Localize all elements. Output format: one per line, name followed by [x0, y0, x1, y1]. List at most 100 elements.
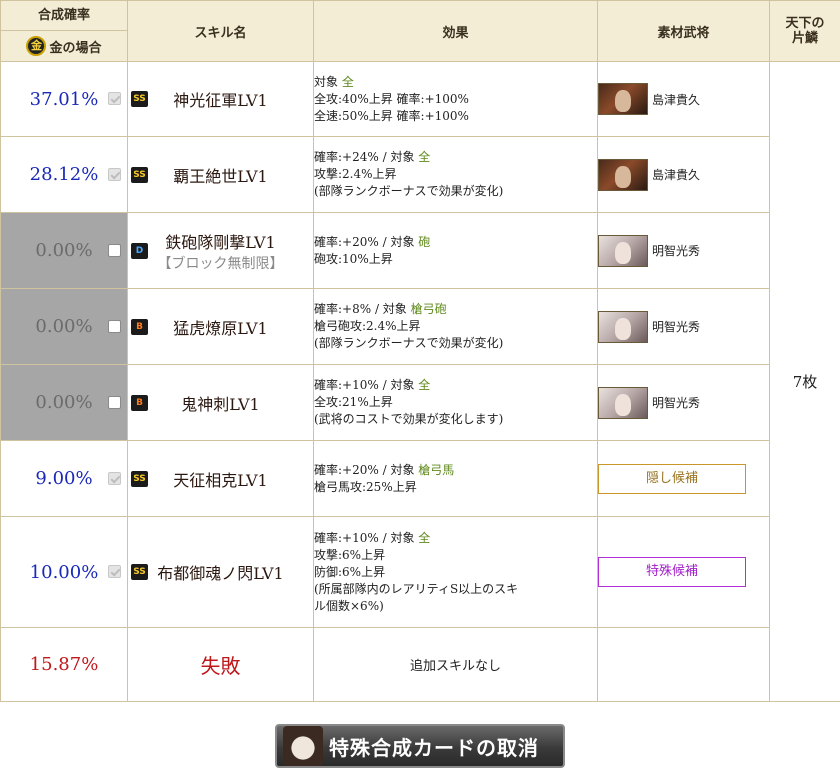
rarity-badge-icon: SS	[131, 91, 148, 107]
skill-name: 覇王絶世LV1	[173, 166, 268, 186]
hidden-candidate-button[interactable]: 隠し候補	[598, 463, 746, 494]
effect-prefix: 確率:+20% / 対象	[314, 462, 415, 477]
material-name: 島津貴久	[652, 92, 701, 107]
rate-cell: 37.01%	[0, 61, 128, 137]
rate-cell: 0.00%	[0, 364, 128, 441]
skill-checkbox[interactable]	[108, 243, 121, 257]
material-cell: 隠し候補	[597, 440, 770, 517]
effect-line: 攻撃:2.4%上昇	[314, 167, 397, 181]
skill-cell: B 鬼神刺LV1	[127, 364, 314, 441]
effect-line: (所属部隊内のレアリティS以上のスキ	[314, 581, 519, 596]
rate-value: 0.00%	[35, 392, 93, 413]
skill-name: 猛虎燎原LV1	[173, 318, 268, 338]
rarity-badge-icon: D	[131, 242, 148, 259]
fail-label: 失敗	[127, 627, 314, 702]
effect-line: 攻撃:6%上昇	[314, 547, 386, 562]
skill-checkbox[interactable]	[108, 167, 121, 181]
rarity-badge-icon: B	[131, 318, 148, 335]
effect-line: (武将のコストで効果が変化します)	[314, 412, 504, 426]
cancel-button-label: 特殊合成カードの取消	[329, 735, 539, 760]
skill-cell: SS 天征相克LV1	[127, 440, 314, 517]
rate-value: 0.00%	[35, 240, 93, 261]
rate-cell: 28.12%	[0, 136, 128, 213]
material-cell: 明智光秀	[597, 288, 770, 365]
general-portrait	[598, 310, 648, 343]
effect-prefix: 対象	[314, 74, 339, 89]
material-name: 明智光秀	[652, 244, 701, 258]
effect-line: 確率:+20% / 対象 槍弓馬	[314, 462, 597, 479]
material-cell: 島津貴久	[597, 61, 770, 137]
header-tenka-line2: 片鱗	[791, 31, 818, 46]
effect-line: 確率:+24% / 対象 全	[314, 149, 597, 166]
skill-row: 0.00% B 猛虎燎原LV1 確率:+8% / 対象 槍弓砲 槍弓砲攻:2.4%上昇 (…	[0, 288, 840, 365]
header-tenka-line1: 天下の	[785, 16, 825, 31]
general-portrait	[598, 234, 648, 267]
fail-effect: 追加スキルなし	[313, 627, 598, 702]
material-name: 島津貴久	[652, 168, 701, 182]
effect-line: ル個数×6%)	[314, 598, 384, 613]
header-tenka: 天下の 片鱗	[769, 0, 840, 62]
material-cell: 明智光秀	[597, 364, 770, 441]
synthesis-table: 合成確率 金 金の場合 スキル名 効果 素材武将 天下の 片鱗 37.01% SS…	[0, 0, 840, 702]
skill-cell: SS 覇王絶世LV1	[127, 136, 314, 213]
skill-checkbox[interactable]	[108, 395, 121, 409]
effect-line: 確率:+10% / 対象 全	[314, 377, 597, 394]
material-general[interactable]: 島津貴久	[598, 83, 769, 115]
effect-line: 砲攻:10%上昇	[314, 251, 393, 266]
skill-name: 神光征軍LV1	[173, 91, 268, 110]
rate-cell: 10.00%	[0, 516, 128, 628]
effect-target: 全	[418, 150, 431, 164]
fail-rate-cell: 15.87%	[0, 627, 128, 702]
rate-value: 28.12%	[29, 164, 99, 185]
skill-cell: D 鉄砲隊剛撃LV1 【ブロック無制限】	[127, 212, 314, 289]
skill-checkbox[interactable]	[108, 565, 121, 578]
effect-target: 槍弓砲	[410, 302, 447, 316]
fail-row: 15.87% 失敗 追加スキルなし	[0, 627, 840, 702]
effect-target: 全	[418, 530, 431, 545]
skill-cell: SS 布都御魂ノ閃LV1	[127, 516, 314, 628]
material-cell: 島津貴久	[597, 136, 770, 213]
header-effect: 効果	[313, 0, 598, 62]
skill-row: 0.00% D 鉄砲隊剛撃LV1 【ブロック無制限】 確率:+20% / 対象 砲砲攻:…	[0, 212, 840, 289]
effect-target: 全	[418, 378, 431, 392]
rate-cell: 9.00%	[0, 440, 128, 517]
cancel-special-synthesis-button[interactable]: 特殊合成カードの取消	[275, 724, 565, 768]
material-name: 明智光秀	[652, 320, 701, 334]
effect-line: 確率:+8% / 対象 槍弓砲	[314, 301, 597, 318]
header-material: 素材武将	[597, 0, 770, 62]
effect-cell: 対象 全全攻:40%上昇 確率:+100% 全速:50%上昇 確率:+100%	[313, 61, 598, 137]
skill-row: 0.00% B 鬼神刺LV1 確率:+10% / 対象 全全攻:21%上昇 (武将のコス…	[0, 364, 840, 441]
skill-row: 9.00% SS 天征相克LV1 確率:+20% / 対象 槍弓馬 槍弓馬攻:25%上昇…	[0, 440, 840, 517]
material-general[interactable]: 明智光秀	[598, 386, 769, 419]
skill-checkbox[interactable]	[108, 471, 121, 485]
skill-checkbox[interactable]	[108, 319, 121, 333]
rate-cell: 0.00%	[0, 288, 128, 365]
fail-material-cell	[597, 627, 770, 702]
general-portrait	[598, 83, 648, 115]
effect-cell: 確率:+8% / 対象 槍弓砲 槍弓砲攻:2.4%上昇 (部隊ランクボーナスで効果が…	[313, 288, 598, 365]
header-gold-case: 金 金の場合	[1, 31, 127, 61]
header-rate: 合成確率 金 金の場合	[0, 0, 128, 62]
effect-prefix: 確率:+8% / 対象	[314, 302, 407, 316]
skill-row: 28.12% SS 覇王絶世LV1 確率:+24% / 対象 全攻撃:2.4%上昇 (部…	[0, 136, 840, 213]
material-general[interactable]: 明智光秀	[598, 234, 769, 267]
skill-checkbox[interactable]	[108, 92, 121, 105]
effect-line: 確率:+20% / 対象 砲	[314, 234, 597, 251]
material-name: 明智光秀	[652, 396, 701, 410]
effect-target: 全	[341, 74, 354, 89]
skill-name: 布都御魂ノ閃LV1	[157, 564, 284, 583]
gold-case-label: 金の場合	[49, 40, 102, 56]
material-general[interactable]: 島津貴久	[598, 158, 769, 191]
effect-cell: 確率:+10% / 対象 全攻撃:6%上昇 防御:6%上昇 (所属部隊内のレアリティ…	[313, 516, 598, 628]
rate-cell: 0.00%	[0, 212, 128, 289]
fail-rate: 15.87%	[29, 654, 99, 675]
effect-cell: 確率:+10% / 対象 全全攻:21%上昇 (武将のコストで効果が変化します)	[313, 364, 598, 441]
special-candidate-button[interactable]: 特殊候補	[598, 557, 746, 587]
rarity-badge-icon: SS	[131, 564, 148, 580]
general-portrait	[598, 386, 648, 419]
rate-value: 9.00%	[35, 468, 93, 489]
effect-prefix: 確率:+10% / 対象	[314, 378, 415, 392]
material-general[interactable]: 明智光秀	[598, 310, 769, 343]
skill-row: 37.01% SS 神光征軍LV1 対象 全全攻:40%上昇 確率:+100% 全速:5…	[0, 61, 840, 702]
effect-line: 全攻:40%上昇 確率:+100%	[314, 91, 469, 106]
